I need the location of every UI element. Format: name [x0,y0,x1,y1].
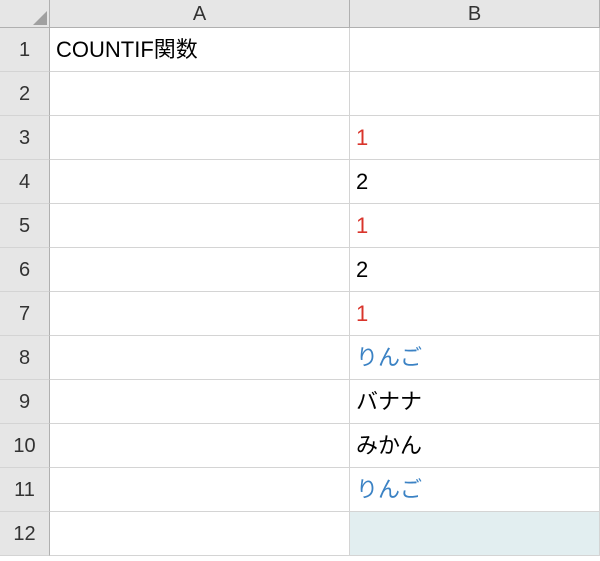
cell-A3[interactable] [50,116,350,160]
cell-B2[interactable] [350,72,600,116]
row-header-9[interactable]: 9 [0,380,50,424]
cell-B1[interactable] [350,28,600,72]
column-header-A[interactable]: A [50,0,350,28]
cell-B4[interactable]: 2 [350,160,600,204]
row-header-12[interactable]: 12 [0,512,50,556]
cell-A7[interactable] [50,292,350,336]
row-header-10[interactable]: 10 [0,424,50,468]
cell-B5[interactable]: 1 [350,204,600,248]
row-header-11[interactable]: 11 [0,468,50,512]
cell-B9[interactable]: バナナ [350,380,600,424]
cell-A4[interactable] [50,160,350,204]
row-header-7[interactable]: 7 [0,292,50,336]
row-header-1[interactable]: 1 [0,28,50,72]
cell-B12[interactable] [350,512,600,556]
cell-B8[interactable]: りんご [350,336,600,380]
row-header-5[interactable]: 5 [0,204,50,248]
cell-A5[interactable] [50,204,350,248]
cell-B6[interactable]: 2 [350,248,600,292]
spreadsheet-grid: A B 1 COUNTIF関数 2 3 1 4 2 5 1 6 2 7 1 8 … [0,0,600,556]
cell-A12[interactable] [50,512,350,556]
cell-B3[interactable]: 1 [350,116,600,160]
cell-A9[interactable] [50,380,350,424]
row-header-6[interactable]: 6 [0,248,50,292]
cell-B7[interactable]: 1 [350,292,600,336]
cell-A10[interactable] [50,424,350,468]
cell-A8[interactable] [50,336,350,380]
row-header-8[interactable]: 8 [0,336,50,380]
row-header-4[interactable]: 4 [0,160,50,204]
column-header-B[interactable]: B [350,0,600,28]
cell-A6[interactable] [50,248,350,292]
cell-B10[interactable]: みかん [350,424,600,468]
row-header-2[interactable]: 2 [0,72,50,116]
row-header-3[interactable]: 3 [0,116,50,160]
cell-A11[interactable] [50,468,350,512]
select-all-corner[interactable] [0,0,50,28]
cell-A2[interactable] [50,72,350,116]
cell-B11[interactable]: りんご [350,468,600,512]
cell-A1[interactable]: COUNTIF関数 [50,28,350,72]
